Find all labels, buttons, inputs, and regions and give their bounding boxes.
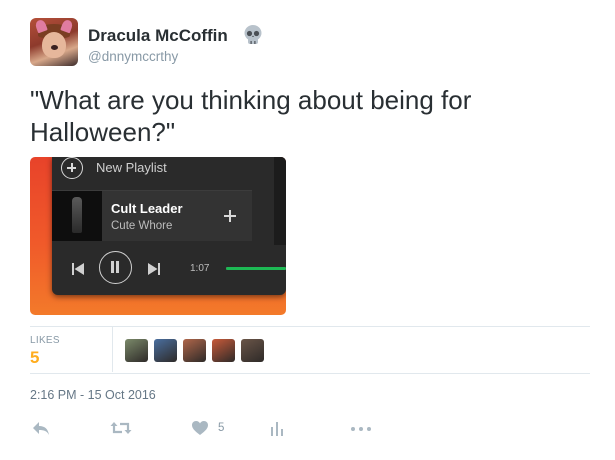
album-figure bbox=[72, 197, 82, 233]
tweet-text: "What are you thinking about being for H… bbox=[30, 85, 472, 147]
divider-bottom bbox=[30, 373, 590, 374]
new-playlist-label: New Playlist bbox=[96, 160, 167, 175]
elapsed-time: 1:07 bbox=[190, 263, 210, 274]
stats-divider bbox=[112, 327, 113, 372]
tweet: Dracula McCoffin @dnnymccrthy "What are … bbox=[0, 0, 615, 460]
liker-avatar[interactable] bbox=[125, 339, 148, 362]
display-name[interactable]: Dracula McCoffin bbox=[88, 26, 228, 46]
like-icon[interactable] bbox=[192, 420, 208, 436]
more-icon[interactable] bbox=[350, 420, 372, 436]
reply-icon[interactable] bbox=[32, 420, 50, 436]
plus-circle-icon bbox=[61, 157, 83, 179]
track-name: Cult Leader bbox=[111, 201, 183, 216]
liker-avatar[interactable] bbox=[154, 339, 177, 362]
previous-icon bbox=[72, 263, 84, 275]
handle[interactable]: @dnnymccrthy bbox=[88, 49, 178, 64]
timestamp[interactable]: 2:16 PM - 15 Oct 2016 bbox=[30, 388, 156, 402]
player-panel: New Playlist Cult Leader Cute Whore 1:07 bbox=[52, 157, 286, 295]
retweet-icon[interactable] bbox=[110, 420, 132, 436]
likes-count[interactable]: 5 bbox=[30, 348, 39, 368]
liker-avatar[interactable] bbox=[183, 339, 206, 362]
avatar-nose bbox=[51, 45, 58, 50]
progress-bar bbox=[226, 267, 286, 270]
progress-fill bbox=[226, 267, 286, 270]
track-row: Cult Leader Cute Whore bbox=[52, 191, 252, 241]
media-image[interactable]: New Playlist Cult Leader Cute Whore 1:07 bbox=[30, 157, 286, 315]
analytics-icon[interactable] bbox=[270, 420, 284, 436]
album-thumbnail bbox=[52, 191, 102, 241]
likes-label: LIKES bbox=[30, 335, 60, 346]
divider-top bbox=[30, 326, 590, 327]
liker-avatar[interactable] bbox=[212, 339, 235, 362]
track-artist: Cute Whore bbox=[111, 220, 173, 232]
pause-icon bbox=[99, 251, 132, 284]
like-count: 5 bbox=[218, 422, 225, 434]
player-controls: 1:07 bbox=[52, 245, 286, 295]
avatar[interactable] bbox=[30, 18, 78, 66]
skull-icon bbox=[244, 25, 262, 44]
liker-avatar[interactable] bbox=[241, 339, 264, 362]
add-icon bbox=[224, 210, 236, 222]
next-icon bbox=[148, 263, 160, 275]
panel-side-strip bbox=[274, 157, 286, 245]
